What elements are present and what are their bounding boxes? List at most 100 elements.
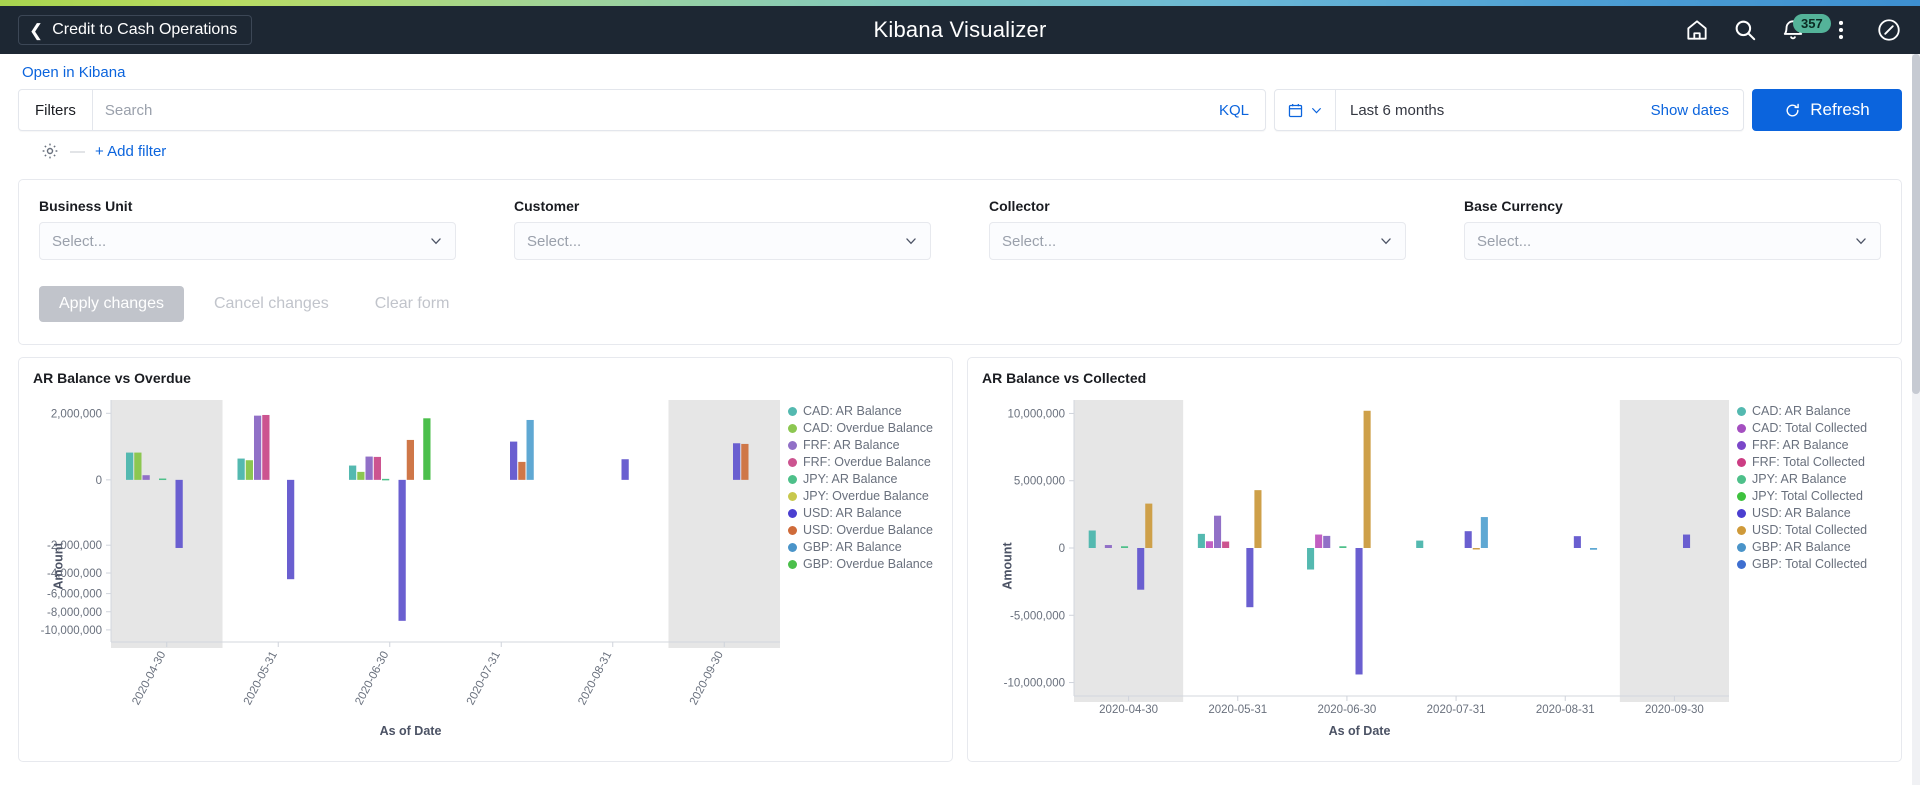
open-in-kibana-link[interactable]: Open in Kibana (18, 54, 125, 89)
clear-form-button[interactable]: Clear form (359, 286, 466, 322)
svg-text:-10,000,000: -10,000,000 (41, 625, 102, 637)
search-icon[interactable] (1732, 17, 1758, 43)
collector-select[interactable]: Select... (989, 222, 1406, 260)
chart-legend-0: CAD: AR Balance CAD: Overdue Balance FRF: … (788, 390, 938, 742)
bar (518, 461, 526, 480)
legend-color-swatch (788, 423, 797, 433)
bar (134, 452, 142, 480)
chevron-down-icon (904, 234, 918, 248)
legend-item[interactable]: FRF: AR Balance (1737, 438, 1887, 452)
bar (237, 458, 245, 480)
bar (175, 479, 183, 548)
filters-button[interactable]: Filters (19, 90, 93, 130)
legend-item[interactable]: CAD: AR Balance (788, 404, 938, 418)
legend-item[interactable]: USD: Total Collected (1737, 523, 1887, 537)
legend-item[interactable]: GBP: Overdue Balance (788, 557, 938, 571)
legend-color-swatch (1737, 542, 1746, 552)
bar (510, 441, 518, 480)
gear-icon[interactable] (40, 141, 60, 161)
chart-title: AR Balance vs Collected (982, 370, 1147, 386)
legend-item[interactable]: USD: Overdue Balance (788, 523, 938, 537)
notification-badge: 357 (1793, 14, 1831, 33)
filter-separator: — (70, 142, 85, 160)
field-label: Customer (514, 198, 580, 214)
legend-item[interactable]: FRF: AR Balance (788, 438, 938, 452)
more-vertical-icon[interactable] (1828, 17, 1854, 43)
chevron-down-icon (1379, 234, 1393, 248)
legend-item[interactable]: CAD: Overdue Balance (788, 421, 938, 435)
legend-item[interactable]: CAD: Total Collected (1737, 421, 1887, 435)
legend-label: JPY: Overdue Balance (803, 489, 929, 503)
legend-item[interactable]: GBP: Total Collected (1737, 557, 1887, 571)
legend-item[interactable]: FRF: Overdue Balance (788, 455, 938, 469)
legend-item[interactable]: USD: AR Balance (788, 506, 938, 520)
charts-row: AR Balance vs Overdue Amount 2,000,000 0-… (18, 357, 1902, 762)
svg-text:5,000,000: 5,000,000 (1014, 476, 1065, 488)
legend-label: CAD: AR Balance (1752, 404, 1851, 418)
page-title: Kibana Visualizer (873, 17, 1047, 42)
page-scrollbar-thumb[interactable] (1912, 54, 1920, 394)
notifications-button[interactable]: 357 (1780, 14, 1831, 43)
bar (348, 465, 357, 480)
field-business-unit: Business Unit Select... (39, 198, 456, 260)
show-dates-button[interactable]: Show dates (1637, 90, 1743, 130)
legend-item[interactable]: JPY: Overdue Balance (788, 489, 938, 503)
date-range-value[interactable]: Last 6 months (1336, 90, 1637, 130)
bar (142, 475, 150, 480)
legend-label: USD: AR Balance (1752, 506, 1851, 520)
chevron-left-icon: ❮ (29, 20, 44, 40)
base-currency-select[interactable]: Select... (1464, 222, 1881, 260)
form-actions: Apply changes Cancel changes Clear form (39, 286, 1881, 322)
field-label: Collector (989, 198, 1050, 214)
bar (1416, 540, 1424, 548)
calendar-quick-menu-button[interactable] (1275, 90, 1336, 130)
svg-text:-6,000,000: -6,000,000 (47, 589, 102, 601)
back-button[interactable]: ❮ Credit to Cash Operations (18, 15, 253, 45)
chart-plot-area-0[interactable]: Amount 2,000,000 0 -2,000,000 -4,000,000 -6,… (33, 390, 788, 742)
bar (1472, 548, 1480, 550)
svg-text:2020-04-30: 2020-04-30 (130, 650, 168, 708)
svg-text:2020-08-31: 2020-08-31 (576, 650, 614, 708)
calendar-icon (1287, 102, 1304, 119)
bar (253, 415, 262, 480)
x-axis-title: As of Date (379, 724, 442, 738)
app-header: ❮ Credit to Cash Operations Kibana Visua… (0, 6, 1920, 54)
home-icon[interactable] (1684, 17, 1710, 43)
business-unit-select[interactable]: Select... (39, 222, 456, 260)
cancel-changes-button[interactable]: Cancel changes (198, 286, 345, 322)
legend-color-swatch (788, 542, 797, 552)
apply-changes-button[interactable]: Apply changes (39, 286, 184, 322)
filter-fields: Business Unit Select... Customer Select.… (39, 198, 1881, 260)
svg-text:2020-07-31: 2020-07-31 (1427, 704, 1486, 716)
legend-label: FRF: AR Balance (1752, 438, 1849, 452)
legend-item[interactable]: FRF: Total Collected (1737, 455, 1887, 469)
legend-item[interactable]: JPY: Total Collected (1737, 489, 1887, 503)
legend-item[interactable]: GBP: AR Balance (788, 540, 938, 554)
bar-chart-svg-1: 10,000,000 5,000,000 0 -5,000,000 -10,000,00… (1004, 400, 1729, 716)
back-button-label: Credit to Cash Operations (52, 21, 238, 38)
refresh-button[interactable]: Refresh (1752, 89, 1902, 131)
legend-item[interactable]: CAD: AR Balance (1737, 404, 1887, 418)
bar (158, 478, 167, 481)
legend-color-swatch (1737, 491, 1746, 501)
search-input[interactable] (92, 90, 1203, 130)
legend-color-swatch (1737, 406, 1746, 416)
legend-item[interactable]: JPY: AR Balance (1737, 472, 1887, 486)
kql-button[interactable]: KQL (1203, 90, 1265, 130)
customer-select[interactable]: Select... (514, 222, 931, 260)
svg-text:2020-06-30: 2020-06-30 (353, 650, 391, 708)
legend-color-swatch (788, 406, 797, 416)
field-label: Base Currency (1464, 198, 1563, 214)
compass-icon[interactable] (1876, 17, 1902, 43)
chevron-down-icon (1310, 104, 1323, 117)
legend-item[interactable]: USD: AR Balance (1737, 506, 1887, 520)
field-collector: Collector Select... (989, 198, 1406, 260)
add-filter-button[interactable]: + Add filter (95, 143, 166, 160)
bar (373, 456, 381, 480)
bar (1254, 490, 1262, 548)
legend-item[interactable]: GBP: AR Balance (1737, 540, 1887, 554)
legend-item[interactable]: JPY: AR Balance (788, 472, 938, 486)
chart-plot-area-1[interactable]: Amount 10,000,000 5,000,000 0 -5,000,000 -10… (982, 390, 1737, 742)
bar (741, 443, 749, 480)
filter-form-panel: Business Unit Select... Customer Select.… (18, 179, 1902, 345)
